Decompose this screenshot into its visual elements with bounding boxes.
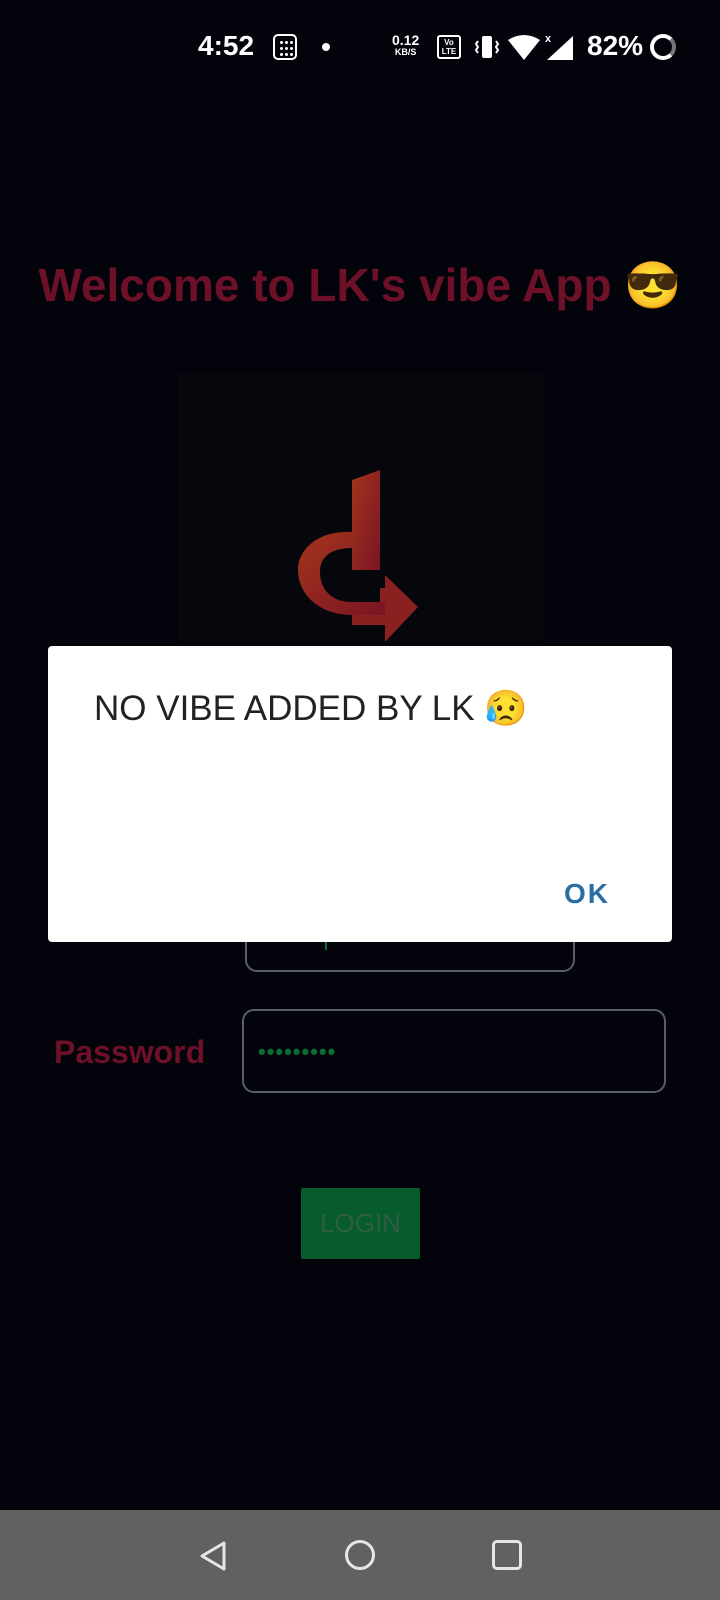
dialog-message: NO VIBE ADDED BY LK 😥 (94, 689, 528, 728)
navigation-bar (0, 1510, 720, 1600)
home-icon[interactable] (345, 1540, 375, 1570)
ok-button[interactable]: OK (564, 878, 610, 910)
back-icon[interactable] (198, 1540, 228, 1572)
recents-icon[interactable] (492, 1540, 522, 1570)
alert-dialog: NO VIBE ADDED BY LK 😥 OK (48, 646, 672, 942)
